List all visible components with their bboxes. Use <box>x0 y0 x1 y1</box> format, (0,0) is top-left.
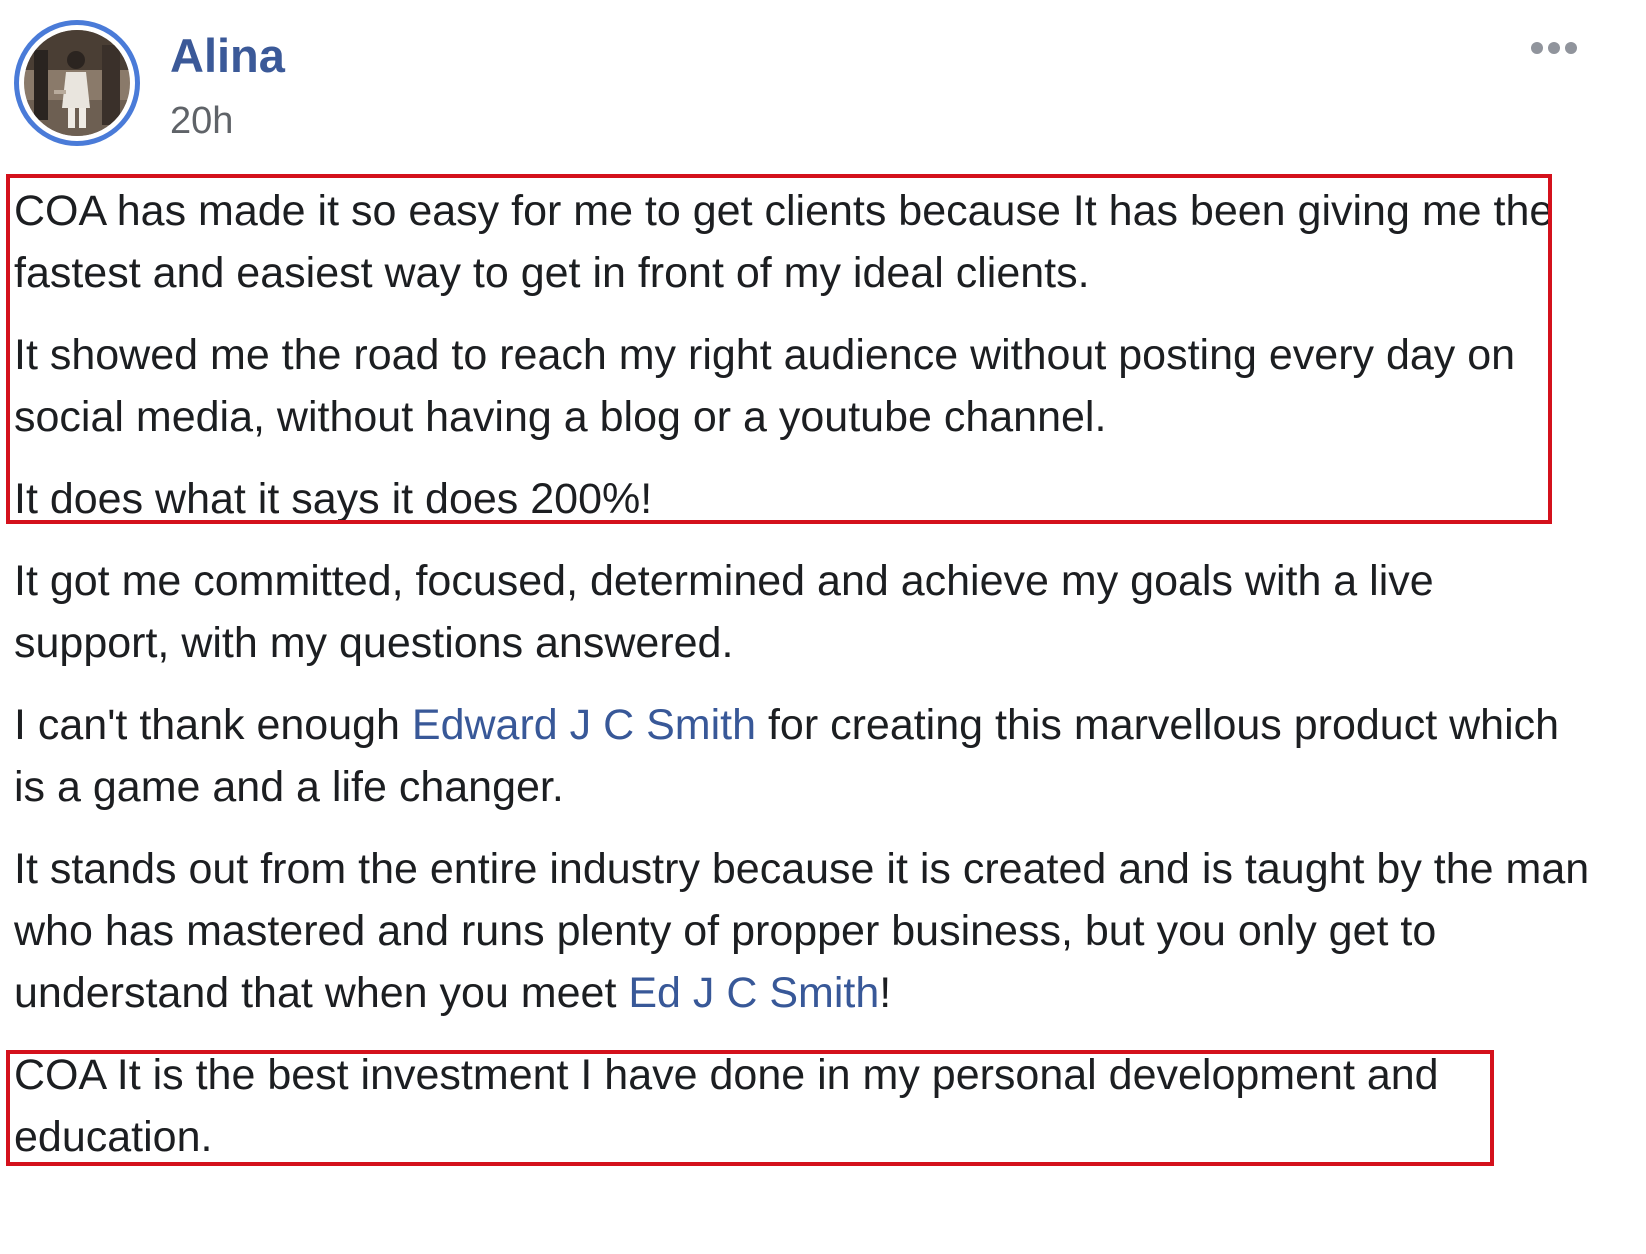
mention-link[interactable]: Ed J C Smith <box>628 969 879 1017</box>
paragraph-text: COA It is the best investment I have don… <box>14 1051 1439 1161</box>
post-paragraph: I can't thank enough Edward J C Smith fo… <box>14 694 1594 818</box>
post-paragraph: It stands out from the entire industry b… <box>14 838 1594 1024</box>
post-paragraph: It showed me the road to reach my right … <box>14 324 1594 448</box>
post-paragraph: COA has made it so easy for me to get cl… <box>14 180 1594 304</box>
post-paragraph: It got me committed, focused, determined… <box>14 550 1594 674</box>
mention-link[interactable]: Edward J C Smith <box>412 701 756 749</box>
post-header: Alina 20h <box>14 20 1634 150</box>
paragraph-text: I can't thank enough <box>14 701 412 749</box>
more-options-button[interactable] <box>1528 34 1588 64</box>
avatar[interactable] <box>14 20 140 146</box>
paragraph-text: It does what it says it does 200%! <box>14 475 653 523</box>
paragraph-text: It showed me the road to reach my right … <box>14 331 1516 441</box>
paragraph-text: ! <box>879 969 892 1017</box>
profile-photo-icon <box>24 30 130 136</box>
post-paragraph: It does what it says it does 200%! <box>14 468 1594 530</box>
author-name[interactable]: Alina <box>170 32 285 79</box>
post-timestamp[interactable]: 20h <box>170 102 233 140</box>
ellipsis-icon <box>1531 42 1577 54</box>
paragraph-text: It got me committed, focused, determined… <box>14 557 1434 667</box>
post-paragraph: COA It is the best investment I have don… <box>14 1044 1594 1168</box>
post-body: COA has made it so easy for me to get cl… <box>14 180 1594 1188</box>
paragraph-text: COA has made it so easy for me to get cl… <box>14 187 1554 297</box>
facebook-post: Alina 20h COA has made it so easy for me… <box>0 0 1646 1254</box>
